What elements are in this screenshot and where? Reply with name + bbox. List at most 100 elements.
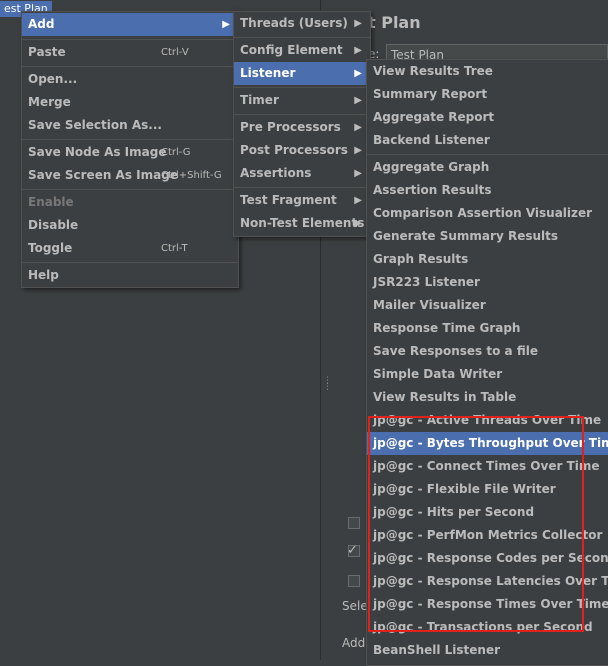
menu-item-label: Backend Listener [373,133,490,147]
listener-item-assertion-results[interactable]: Assertion Results [367,179,608,202]
menu-item-label: Test Fragment [240,193,337,207]
listener-item-generate-summary-results[interactable]: Generate Summary Results [367,225,608,248]
listener-item-jp-gc-bytes-throughput-over-time[interactable]: jp@gc - Bytes Throughput Over Time [367,432,608,455]
panel-title: t Plan [368,13,421,32]
listener-item-jp-gc-response-codes-per-second[interactable]: jp@gc - Response Codes per Second [367,547,608,570]
menu-item-label: Assertions [240,166,312,180]
listener-item-view-results-in-table[interactable]: View Results in Table [367,386,608,409]
menu-separator [22,262,238,263]
menu-item-label: Mailer Visualizer [373,298,486,312]
menu-separator [22,189,238,190]
menu-item-label: Save Responses to a file [373,344,538,358]
menu-item-label: jp@gc - Response Codes per Second [373,551,608,565]
menu-item-label: Enable [28,195,74,209]
option-checkbox-3[interactable] [348,575,360,587]
context-menu-item-save-selection-as[interactable]: Save Selection As... [22,114,238,137]
menu-item-label: Non-Test Elements [240,216,365,230]
menu-item-label: jp@gc - Flexible File Writer [373,482,556,496]
add-submenu-item-assertions[interactable]: Assertions ▶ [234,162,370,185]
menu-item-label: Threads (Users) [240,16,348,30]
menu-item-label: Summary Report [373,87,488,101]
menu-separator [22,66,238,67]
listener-item-beanshell-listener[interactable]: BeanShell Listener [367,639,608,662]
menu-item-label: jp@gc - PerfMon Metrics Collector [373,528,603,542]
menu-item-label: BeanShell Listener [373,643,501,657]
listener-item-jp-gc-response-times-over-time[interactable]: jp@gc - Response Times Over Time [367,593,608,616]
submenu-arrow-icon: ▶ [222,19,230,30]
menu-item-label: jp@gc - Hits per Second [373,505,535,519]
listener-item-save-responses-to-a-file[interactable]: Save Responses to a file [367,340,608,363]
menu-item-label: Disable [28,218,79,232]
menu-item-label: Response Time Graph [373,321,521,335]
menu-item-label: Open... [28,72,78,86]
context-menu-item-save-screen-as-image[interactable]: Save Screen As Image Ctrl+Shift-G [22,164,238,187]
context-menu-item-open[interactable]: Open... [22,68,238,91]
menu-item-label: Save Screen As Image [28,168,178,182]
add-submenu-item-listener[interactable]: Listener ▶ [234,62,370,85]
menu-separator [234,187,370,188]
add-submenu-item-config-element[interactable]: Config Element ▶ [234,39,370,62]
context-menu-item-disable[interactable]: Disable [22,214,238,237]
add-submenu-item-test-fragment[interactable]: Test Fragment ▶ [234,189,370,212]
context-menu-item-save-node-as-image[interactable]: Save Node As Image Ctrl-G [22,141,238,164]
menu-separator [367,154,608,155]
listener-item-mailer-visualizer[interactable]: Mailer Visualizer [367,294,608,317]
submenu-arrow-icon: ▶ [354,195,362,206]
listener-item-graph-results[interactable]: Graph Results [367,248,608,271]
menu-item-label: Pre Processors [240,120,341,134]
menu-separator [234,87,370,88]
menu-item-label: Toggle [28,241,73,255]
menu-item-label: jp@gc - Response Times Over Time [373,597,608,611]
listener-item-comparison-assertion-visualizer[interactable]: Comparison Assertion Visualizer [367,202,608,225]
menu-item-label: Generate Summary Results [373,229,559,243]
menu-item-label: Post Processors [240,143,348,157]
shortcut-label: Ctrl-T [161,243,188,254]
listener-item-summary-report[interactable]: Summary Report [367,83,608,106]
context-menu-item-paste[interactable]: Paste Ctrl-V [22,41,238,64]
menu-item-label: View Results in Table [373,390,517,404]
add-submenu-item-non-test-elements[interactable]: Non-Test Elements ▶ [234,212,370,235]
listener-item-jp-gc-connect-times-over-time[interactable]: jp@gc - Connect Times Over Time [367,455,608,478]
add-submenu-item-pre-processors[interactable]: Pre Processors ▶ [234,116,370,139]
context-menu-item-merge[interactable]: Merge [22,91,238,114]
option-checkbox-1[interactable] [348,517,360,529]
add-submenu-item-post-processors[interactable]: Post Processors ▶ [234,139,370,162]
context-menu-item-help[interactable]: Help [22,264,238,287]
context-menu: Add ▶ Paste Ctrl-V Open... Merge Save Selectio… [21,11,239,288]
listener-item-view-results-tree[interactable]: View Results Tree [367,60,608,83]
menu-item-label: Save Node As Image [28,145,167,159]
menu-item-label: Aggregate Report [373,110,495,124]
listener-item-aggregate-graph[interactable]: Aggregate Graph [367,156,608,179]
submenu-arrow-icon: ▶ [354,218,362,229]
menu-separator [22,139,238,140]
listener-item-jp-gc-transactions-per-second[interactable]: jp@gc - Transactions per Second [367,616,608,639]
context-menu-item-add[interactable]: Add ▶ [22,13,238,36]
menu-item-label: Simple Data Writer [373,367,503,381]
menu-item-label: Merge [28,95,71,109]
divider-grip-icon[interactable]: ⋮ ⋮ [323,377,332,396]
listener-item-jp-gc-hits-per-second[interactable]: jp@gc - Hits per Second [367,501,608,524]
listener-item-jsr223-listener[interactable]: JSR223 Listener [367,271,608,294]
menu-item-label: Add [28,17,55,31]
add-submenu-item-threads-users[interactable]: Threads (Users) ▶ [234,12,370,35]
listener-item-simple-data-writer[interactable]: Simple Data Writer [367,363,608,386]
menu-item-label: jp@gc - Connect Times Over Time [373,459,600,473]
shortcut-label: Ctrl-V [161,47,189,58]
listener-item-jp-gc-active-threads-over-time[interactable]: jp@gc - Active Threads Over Time [367,409,608,432]
shortcut-label: Ctrl+Shift-G [161,170,222,181]
add-submenu: Threads (Users) ▶ Config Element ▶ Listener ▶… [233,11,371,237]
listener-item-jp-gc-response-latencies-over-time[interactable]: jp@gc - Response Latencies Over Time [367,570,608,593]
context-menu-item-toggle[interactable]: Toggle Ctrl-T [22,237,238,260]
listener-item-response-time-graph[interactable]: Response Time Graph [367,317,608,340]
submenu-arrow-icon: ▶ [354,122,362,133]
menu-item-label: jp@gc - Bytes Throughput Over Time [373,436,608,450]
add-submenu-item-timer[interactable]: Timer ▶ [234,89,370,112]
add-label: Add [342,636,366,650]
listener-item-backend-listener[interactable]: Backend Listener [367,129,608,152]
listener-submenu: View Results Tree Summary Report Aggregate… [366,59,608,666]
context-menu-item-enable: Enable [22,191,238,214]
listener-item-jp-gc-perfmon-metrics-collector[interactable]: jp@gc - PerfMon Metrics Collector [367,524,608,547]
listener-item-aggregate-report[interactable]: Aggregate Report [367,106,608,129]
listener-item-jp-gc-flexible-file-writer[interactable]: jp@gc - Flexible File Writer [367,478,608,501]
menu-item-label: Save Selection As... [28,118,162,132]
